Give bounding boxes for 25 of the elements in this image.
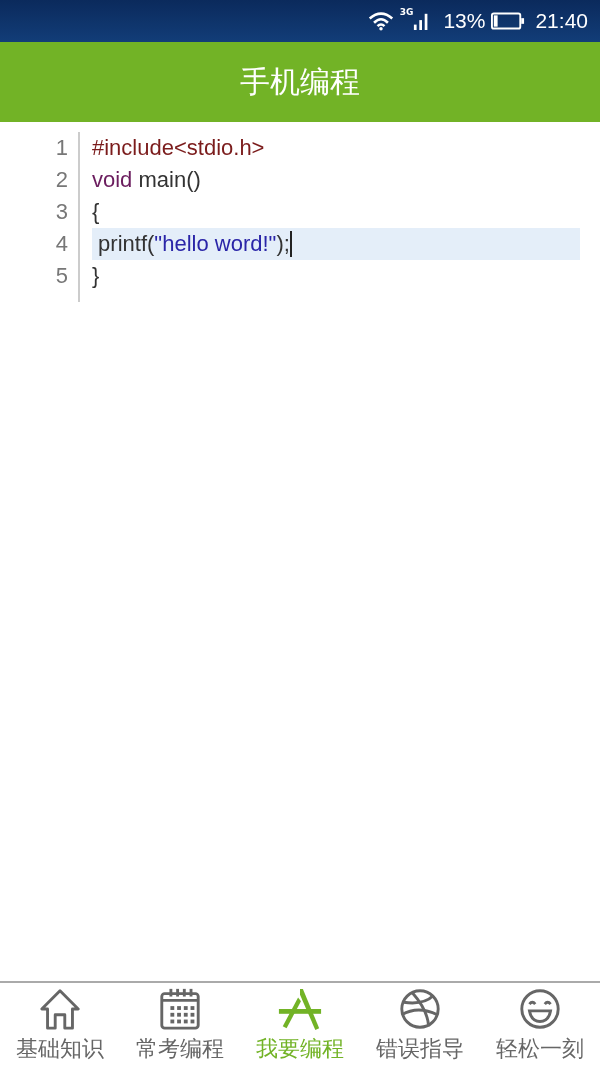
code-line: { xyxy=(92,198,101,226)
clock: 21:40 xyxy=(535,9,588,33)
code-line: #include<stdio.h> xyxy=(92,134,266,162)
line-number: 2 xyxy=(55,166,68,194)
code-line: } xyxy=(92,262,101,290)
line-number: 1 xyxy=(55,134,68,162)
network-type: 3G xyxy=(399,7,414,17)
line-number: 4 xyxy=(55,230,68,258)
nav-tab[interactable]: 错误指导 xyxy=(376,986,464,1064)
appstore-icon xyxy=(277,986,323,1032)
line-number: 5 xyxy=(55,262,68,290)
text-cursor xyxy=(289,231,292,257)
battery-percent: 13% xyxy=(443,9,486,33)
battery-icon xyxy=(491,12,526,30)
wifi-icon xyxy=(367,11,394,31)
code-line: void main() xyxy=(92,166,202,194)
app-title: 手机编程 xyxy=(240,62,360,101)
smile-icon xyxy=(517,986,563,1032)
ball-icon xyxy=(397,986,443,1032)
nav-tab[interactable]: 基础知识 xyxy=(16,986,104,1064)
nav-tab[interactable]: 轻松一刻 xyxy=(496,986,584,1064)
line-number: 3 xyxy=(55,198,68,226)
nav-tab[interactable]: 常考编程 xyxy=(136,986,224,1064)
calendar-icon xyxy=(157,986,203,1032)
home-icon xyxy=(37,986,83,1032)
